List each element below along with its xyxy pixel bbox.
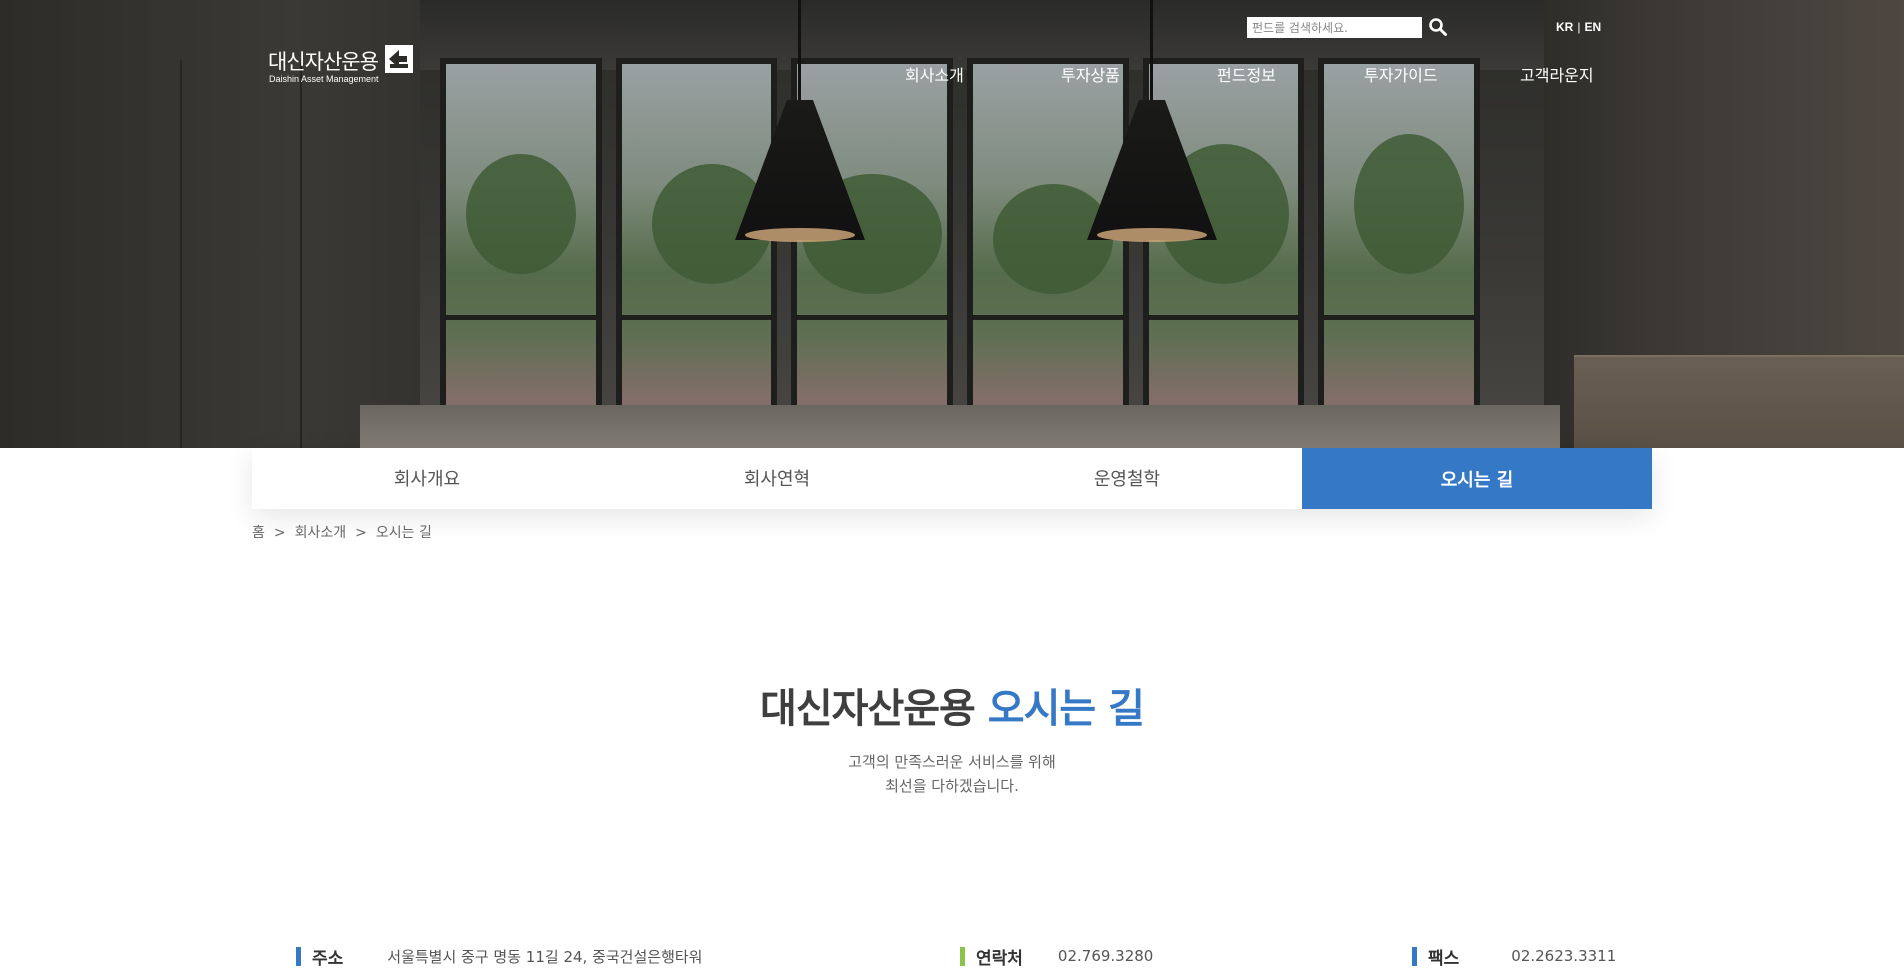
fax-marker [1412,946,1417,966]
breadcrumb-current: 오시는 길 [375,525,432,541]
fax-label: 팩스 [1428,948,1460,969]
breadcrumb-company[interactable]: 회사소개 [295,525,347,541]
nav-item-company[interactable]: 회사소개 [905,62,964,86]
lang-kr-link[interactable]: KR [1556,20,1573,34]
contact-info: 연락처 02.769.3280 [960,945,1154,969]
site-logo[interactable]: 대신자산운용 Daishin Asset Management [268,44,418,88]
pendant-lamp [1087,0,1217,242]
nav-item-customer-lounge[interactable]: 고객라운지 [1520,62,1594,86]
pendant-lamp [735,0,865,242]
subtitle-line-2: 최선을 다하겠습니다. [885,777,1019,795]
fax-info: 팩스 02.2623.3311 [1412,945,1617,969]
address-value: 서울특별시 중구 명동 11길 24, 중국건설은행타워 [387,947,703,966]
page-title-main: 대신자산운용 [760,686,976,732]
nav-item-fund-info[interactable]: 펀드정보 [1217,62,1276,86]
logo-mark-icon [385,45,413,73]
address-marker [296,946,301,966]
lang-en-link[interactable]: EN [1584,20,1601,34]
address-label: 주소 [312,948,344,969]
contact-label: 연락처 [976,948,1023,969]
subtitle-line-1: 고객의 만족스러운 서비스를 위해 [848,753,1056,771]
page-title: 대신자산운용 오시는 길 [0,676,1904,734]
breadcrumb: 홈 > 회사소개 > 오시는 길 [252,522,432,542]
language-switch: KR | EN [1556,20,1601,34]
fund-search-input[interactable] [1247,17,1422,38]
page-subtitle: 고객의 만족스러운 서비스를 위해 최선을 다하겠습니다. [0,750,1904,798]
fax-value: 02.2623.3311 [1511,947,1617,965]
logo-text-en: Daishin Asset Management [269,74,379,84]
search-icon[interactable] [1428,17,1448,37]
nav-item-invest-guide[interactable]: 투자가이드 [1364,62,1438,86]
breadcrumb-home[interactable]: 홈 [252,525,265,541]
lang-separator: | [1577,20,1581,34]
tab-directions[interactable]: 오시는 길 [1302,448,1652,509]
tab-company-history[interactable]: 회사연혁 [602,448,952,507]
tab-company-overview[interactable]: 회사개요 [252,448,602,507]
breadcrumb-separator: > [273,525,286,541]
page-title-accent: 오시는 길 [987,686,1145,732]
contact-marker [960,946,965,966]
nav-item-products[interactable]: 투자상품 [1061,62,1120,86]
hero-cabinet [1574,355,1904,448]
sub-navigation-tabs: 회사개요 회사연혁 운영철학 오시는 길 [252,448,1652,509]
contact-value: 02.769.3280 [1057,947,1154,965]
hero-table [360,405,1560,448]
main-navigation: 회사소개 투자상품 펀드정보 투자가이드 고객라운지 [880,62,1620,90]
breadcrumb-separator: > [355,525,367,541]
address-info: 주소 서울특별시 중구 명동 11길 24, 중국건설은행타워 [296,945,703,969]
tab-philosophy[interactable]: 운영철학 [952,448,1302,507]
hero-windows [440,58,1481,418]
logo-text-kr: 대신자산운용 [268,51,379,74]
